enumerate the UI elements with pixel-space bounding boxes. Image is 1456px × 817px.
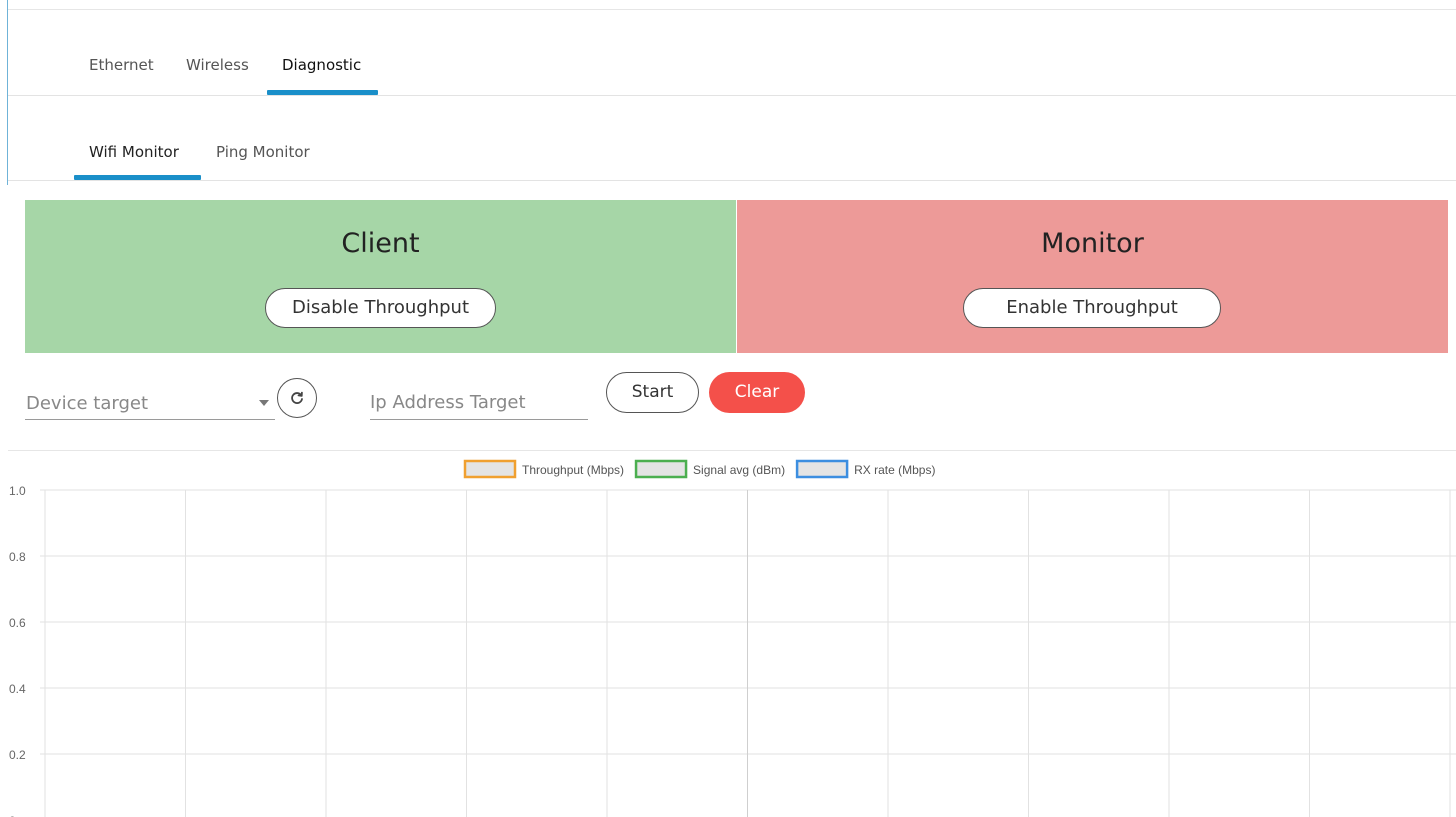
clear-button[interactable]: Clear <box>709 372 805 413</box>
refresh-button[interactable] <box>277 378 317 418</box>
disable-throughput-button[interactable]: Disable Throughput <box>265 288 496 328</box>
tab-wifi-monitor[interactable]: Wifi Monitor <box>89 143 179 161</box>
chevron-down-icon <box>259 400 269 406</box>
y-tick-label: 0.8 <box>9 550 26 564</box>
tab-ethernet[interactable]: Ethernet <box>89 56 154 74</box>
device-target-select[interactable]: Device target <box>25 383 275 420</box>
legend-label: Throughput (Mbps) <box>522 463 624 477</box>
monitor-panel: Monitor Enable Throughput <box>737 200 1448 353</box>
ip-address-field <box>370 383 588 420</box>
sub-tab-bar: Wifi Monitor Ping Monitor <box>8 96 1456 181</box>
legend-label: Signal avg (dBm) <box>693 463 785 477</box>
tab-diagnostic[interactable]: Diagnostic <box>282 56 361 74</box>
y-tick-label: 0.6 <box>9 616 26 630</box>
monitor-title: Monitor <box>1041 228 1144 259</box>
enable-throughput-button[interactable]: Enable Throughput <box>963 288 1221 328</box>
y-tick-label: 0.2 <box>9 748 26 762</box>
active-tab-indicator <box>267 90 378 95</box>
chart-svg: 1.00.80.60.40.20Throughput (Mbps)Signal … <box>9 459 1456 817</box>
ip-address-input[interactable] <box>370 389 584 415</box>
active-subtab-indicator <box>74 175 201 180</box>
main-tab-bar: Ethernet Wireless Diagnostic <box>8 40 1456 96</box>
section-divider <box>8 450 1456 451</box>
page: Ethernet Wireless Diagnostic Wifi Monito… <box>0 0 1456 817</box>
start-button[interactable]: Start <box>606 372 699 413</box>
device-target-placeholder: Device target <box>26 393 149 414</box>
refresh-icon <box>291 391 303 404</box>
client-title: Client <box>341 228 420 259</box>
y-tick-label: 1.0 <box>9 484 26 498</box>
legend-swatch <box>634 459 688 479</box>
tab-wireless[interactable]: Wireless <box>186 56 249 74</box>
legend-label: RX rate (Mbps) <box>854 463 935 477</box>
top-divider <box>8 9 1456 10</box>
client-panel: Client Disable Throughput <box>25 200 736 353</box>
y-tick-label: 0.4 <box>9 682 26 696</box>
legend-swatch <box>795 459 849 479</box>
legend-swatch <box>463 459 517 479</box>
throughput-chart: 1.00.80.60.40.20Throughput (Mbps)Signal … <box>0 455 1456 817</box>
tab-ping-monitor[interactable]: Ping Monitor <box>216 143 310 161</box>
